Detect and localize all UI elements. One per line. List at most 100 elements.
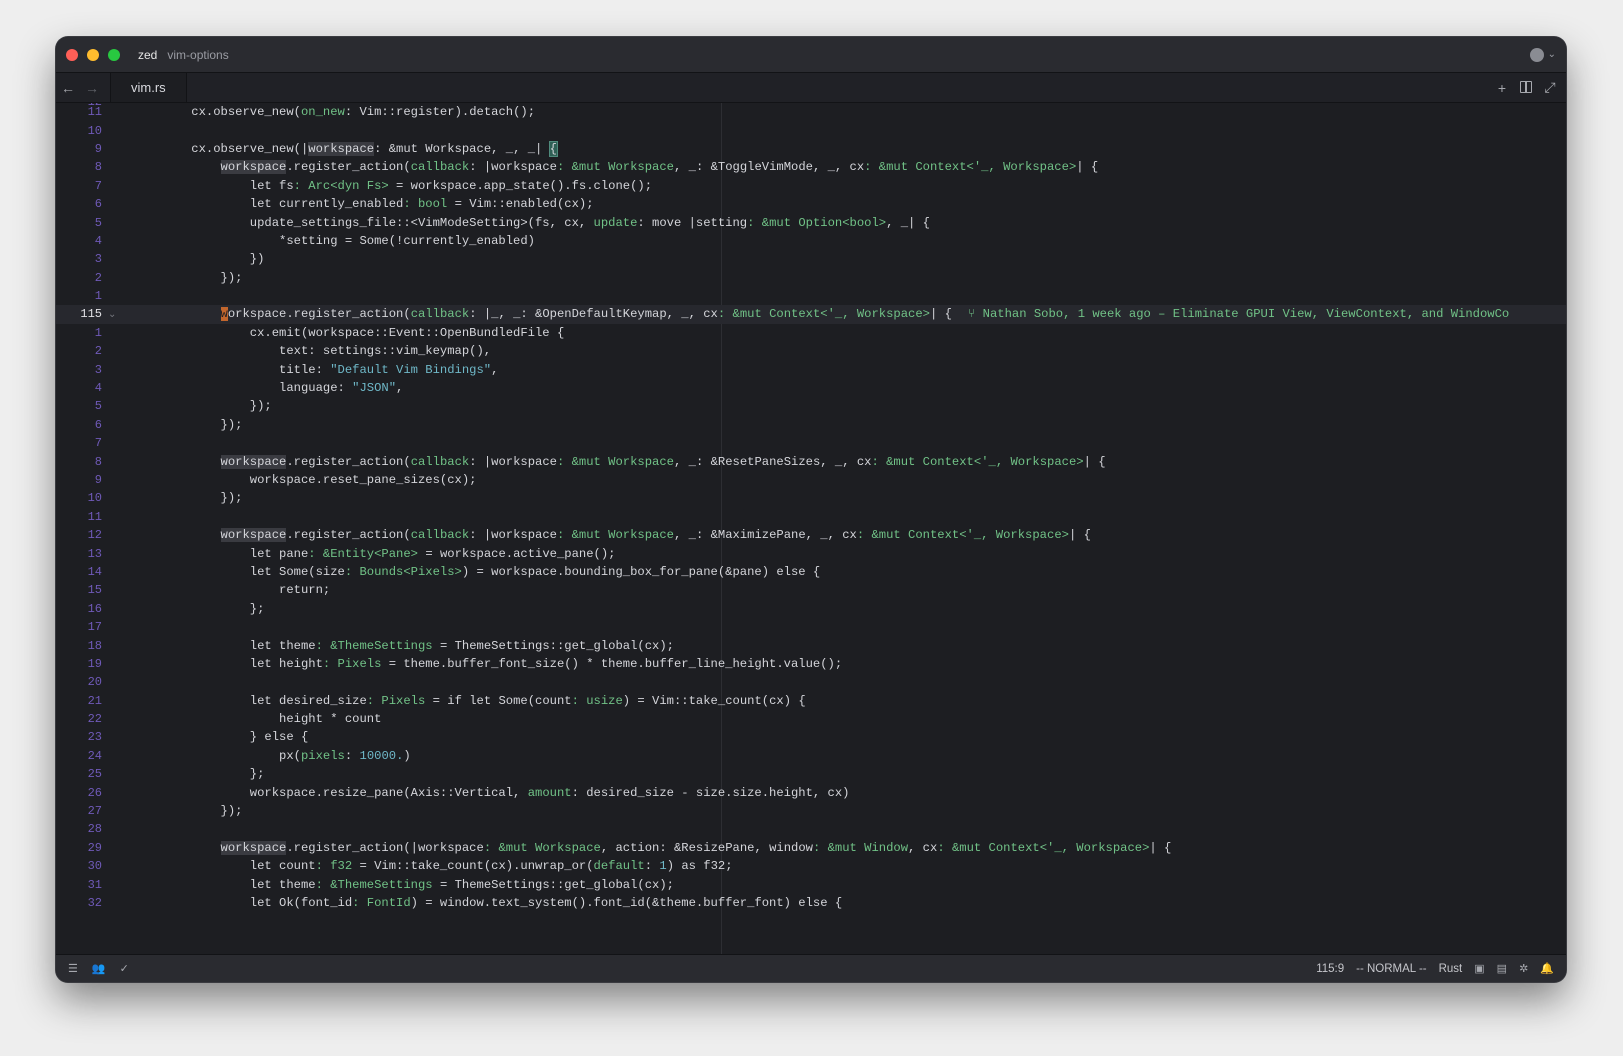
terminal-icon[interactable]: ▣ <box>1474 962 1484 975</box>
tab-actions: + ⤢ <box>1494 73 1558 102</box>
code-token: let Some(size <box>162 564 345 579</box>
code-line[interactable]: 32 let Ok(font_id: FontId) = window.text… <box>56 894 1566 912</box>
code-editor[interactable]: 12 11 cx.observe_new(on_new: Vim::regist… <box>56 103 1566 954</box>
code-line[interactable]: 8 workspace.register_action(callback: |w… <box>56 158 1566 176</box>
arrow-right-icon[interactable]: → <box>80 73 104 102</box>
app-name[interactable]: zed <box>138 48 157 62</box>
code-text: workspace.register_action(callback: |wor… <box>162 528 1091 543</box>
minimize-window-button[interactable] <box>87 48 99 61</box>
code-token: : |workspace <box>469 454 557 469</box>
code-text: } else { <box>162 730 309 744</box>
checkmark-icon[interactable]: ✓ <box>120 962 129 975</box>
code-line[interactable]: 21 let desired_size: Pixels = if let Som… <box>56 692 1566 710</box>
code-token: .register_action( <box>286 454 411 469</box>
code-token: *setting = Some(!currently_enabled) <box>162 233 535 248</box>
type-annotation: : &mut Context<'_, Workspace> <box>871 454 1084 469</box>
code-text: workspace.register_action(callback: |wor… <box>162 454 1106 469</box>
plus-icon[interactable]: + <box>1494 80 1510 96</box>
assistant-icon[interactable]: ✲ <box>1519 962 1528 975</box>
code-token: ) <box>403 748 411 763</box>
code-line[interactable]: 11 cx.observe_new(on_new: Vim::register)… <box>56 103 1566 121</box>
chevron-down-icon[interactable]: ⌄ <box>108 309 120 320</box>
tab-vim-rs[interactable]: vim.rs <box>110 73 187 102</box>
code-line[interactable]: 8 workspace.register_action(callback: |w… <box>56 452 1566 470</box>
project-name[interactable]: vim-options <box>167 48 228 62</box>
close-window-button[interactable] <box>66 48 78 61</box>
code-line[interactable]: 4 *setting = Some(!currently_enabled) <box>56 232 1566 250</box>
panel-icon[interactable]: ▤ <box>1497 962 1507 975</box>
code-line[interactable]: 28 <box>56 820 1566 838</box>
code-line[interactable]: 12 workspace.register_action(callback: |… <box>56 526 1566 544</box>
code-line[interactable]: 9 cx.observe_new(|workspace: &mut Worksp… <box>56 140 1566 158</box>
code-token: : &mut Workspace, _, _| <box>374 141 550 156</box>
code-line[interactable]: 25 }; <box>56 765 1566 783</box>
code-line[interactable]: 31 let theme: &ThemeSettings = ThemeSett… <box>56 875 1566 893</box>
code-line[interactable]: 1 cx.emit(workspace::Event::OpenBundledF… <box>56 324 1566 342</box>
code-line[interactable]: 4 language: "JSON", <box>56 379 1566 397</box>
type-annotation: : &mut Workspace <box>556 160 674 175</box>
split-pane-icon[interactable] <box>1518 80 1534 96</box>
cursor-position[interactable]: 115:9 <box>1316 963 1344 975</box>
code-line[interactable]: 115 ⌄ workspace.register_action(callback:… <box>56 305 1566 324</box>
code-text: }); <box>162 399 272 413</box>
code-line[interactable]: 10 }); <box>56 489 1566 507</box>
code-text: }; <box>162 602 265 616</box>
language-selector[interactable]: Rust <box>1439 963 1463 975</box>
code-text: workspace.register_action(callback: |_, … <box>162 307 952 322</box>
code-line[interactable]: 30 let count: f32 = Vim::take_count(cx).… <box>56 857 1566 875</box>
code-line[interactable]: 10 <box>56 121 1566 139</box>
code-line[interactable]: 23 } else { <box>56 728 1566 746</box>
code-line[interactable]: 6 }); <box>56 416 1566 434</box>
code-line[interactable]: 29 workspace.register_action(|workspace:… <box>56 839 1566 857</box>
code-text: let pane: &Entity<Pane> = workspace.acti… <box>162 547 616 561</box>
type-annotation: : bool <box>403 197 448 212</box>
code-text: let desired_size: Pixels = if let Some(c… <box>162 694 806 708</box>
code-line[interactable]: 27 }); <box>56 802 1566 820</box>
code-line[interactable]: 14 let Some(size: Bounds<Pixels>) = work… <box>56 563 1566 581</box>
code-token: cx.observe_new( <box>162 105 301 120</box>
line-number: 18 <box>87 638 102 653</box>
code-line[interactable]: 5 update_settings_file::<VimModeSetting>… <box>56 213 1566 231</box>
code-line[interactable]: 1 <box>56 287 1566 305</box>
user-menu[interactable]: ⌄ <box>1529 47 1556 62</box>
line-number: 19 <box>87 656 102 671</box>
line-number: 31 <box>87 877 102 892</box>
title-bar: zed vim-options ⌄ <box>56 37 1566 73</box>
type-annotation: : Bounds<Pixels> <box>344 564 462 579</box>
code-line[interactable]: 2 text: settings::vim_keymap(), <box>56 342 1566 360</box>
code-token: workspace.reset_pane_sizes(cx); <box>162 473 477 487</box>
code-token: = ThemeSettings::get_global(cx); <box>432 877 674 892</box>
code-line[interactable]: 3 title: "Default Vim Bindings", <box>56 360 1566 378</box>
zoom-window-button[interactable] <box>108 48 120 61</box>
code-line[interactable]: 13 let pane: &Entity<Pane> = workspace.a… <box>56 544 1566 562</box>
outline-icon[interactable]: ☰ <box>68 962 78 975</box>
code-line[interactable]: 20 <box>56 673 1566 691</box>
avatar <box>1529 47 1544 62</box>
code-line[interactable]: 15 return; <box>56 581 1566 599</box>
code-line[interactable]: 11 <box>56 508 1566 526</box>
code-line[interactable]: 22 height * count <box>56 710 1566 728</box>
bell-icon[interactable]: 🔔 <box>1540 962 1554 975</box>
collaborators-icon[interactable]: 👥 <box>92 962 106 975</box>
git-blame-annotation[interactable]: ⑂ Nathan Sobo, 1 week ago – Eliminate GP… <box>968 307 1509 321</box>
arrow-left-icon[interactable]: ← <box>56 73 80 102</box>
code-line[interactable]: 9 workspace.reset_pane_sizes(cx); <box>56 471 1566 489</box>
code-line[interactable]: 18 let theme: &ThemeSettings = ThemeSett… <box>56 636 1566 654</box>
code-line[interactable]: 5 }); <box>56 397 1566 415</box>
code-text: workspace.register_action(|workspace: &m… <box>162 840 1171 855</box>
code-line[interactable]: 16 }; <box>56 600 1566 618</box>
code-line[interactable]: 2 }); <box>56 269 1566 287</box>
code-line[interactable]: 7 let fs: Arc<dyn Fs> = workspace.app_st… <box>56 177 1566 195</box>
code-line[interactable]: 17 <box>56 618 1566 636</box>
code-line[interactable]: 24 px(pixels: 10000.) <box>56 747 1566 765</box>
expand-icon[interactable]: ⤢ <box>1542 79 1558 96</box>
code-line[interactable]: 7 <box>56 434 1566 452</box>
line-number: 6 <box>94 417 102 432</box>
code-text: }); <box>162 418 243 432</box>
code-line[interactable]: 19 let height: Pixels = theme.buffer_fon… <box>56 655 1566 673</box>
line-number: 17 <box>87 620 102 635</box>
code-line[interactable]: 26 workspace.resize_pane(Axis::Vertical,… <box>56 783 1566 801</box>
code-text: update_settings_file::<VimModeSetting>(f… <box>162 216 930 230</box>
code-line[interactable]: 6 let currently_enabled: bool = Vim::ena… <box>56 195 1566 213</box>
code-line[interactable]: 3 }) <box>56 250 1566 268</box>
